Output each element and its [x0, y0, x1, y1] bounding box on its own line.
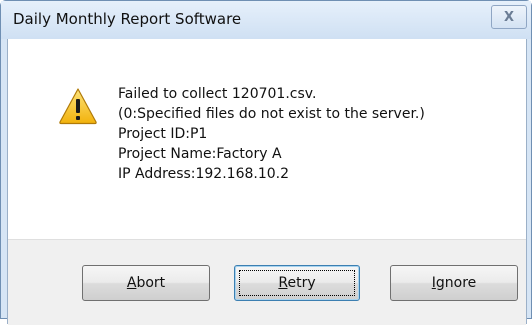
- ignore-button[interactable]: Ignore: [390, 265, 518, 301]
- message-line: (0:Specified files do not exist to the s…: [118, 106, 425, 122]
- ignore-label: Ignore: [431, 275, 477, 291]
- abort-label: Abort: [126, 275, 166, 291]
- close-icon: X: [503, 9, 515, 25]
- message-line: Project ID:P1: [118, 126, 208, 142]
- abort-button[interactable]: Abort: [82, 265, 210, 301]
- warning-icon: [59, 88, 97, 125]
- dialog-title: Daily Monthly Report Software: [13, 10, 242, 28]
- message-line: Failed to collect 120701.csv.: [118, 86, 317, 102]
- title-bar[interactable]: Daily Monthly Report Software X: [1, 1, 531, 39]
- close-button[interactable]: X: [491, 5, 527, 29]
- retry-button[interactable]: Retry: [234, 265, 360, 301]
- message-text: Failed to collect 120701.csv. (0:Specifi…: [118, 84, 425, 184]
- message-line: Project Name:Factory A: [118, 146, 282, 162]
- retry-label: Retry: [278, 275, 316, 291]
- message-line: IP Address:192.168.10.2: [118, 166, 290, 182]
- dialog-window: Daily Monthly Report Software X Failed t…: [0, 0, 532, 325]
- dialog-body: Failed to collect 120701.csv. (0:Specifi…: [7, 39, 527, 325]
